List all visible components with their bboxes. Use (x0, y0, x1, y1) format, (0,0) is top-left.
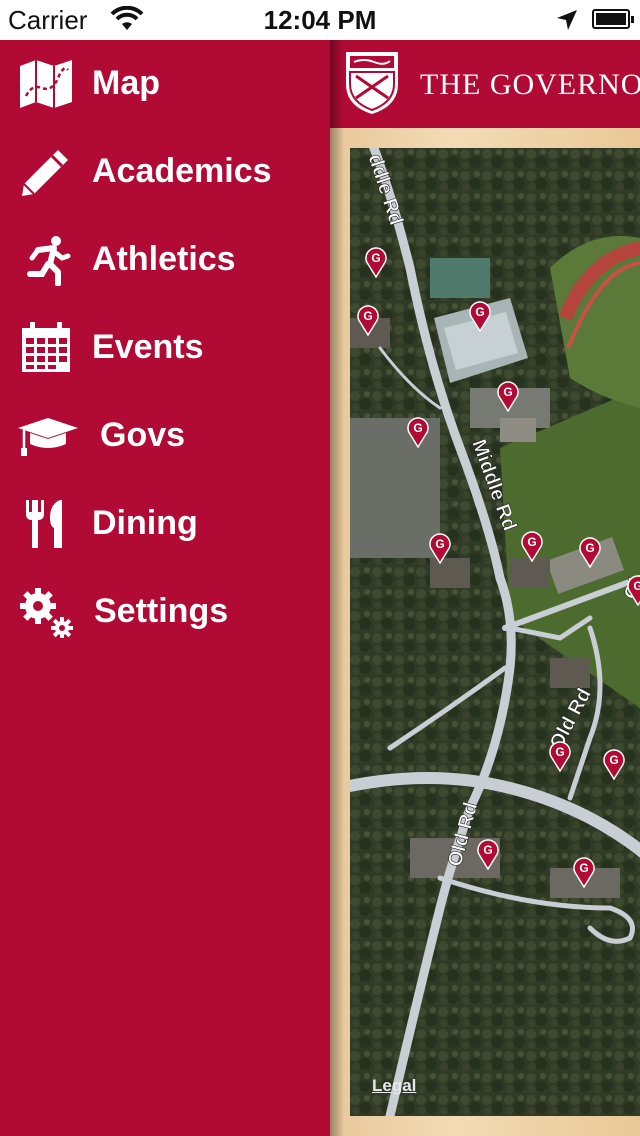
menu-item-events[interactable]: Events (0, 308, 330, 388)
battery-icon (592, 9, 634, 29)
svg-text:G: G (633, 579, 640, 593)
map-legal-link[interactable]: Legal (372, 1076, 416, 1096)
map-pin-icon[interactable]: G (627, 574, 640, 606)
svg-text:G: G (585, 541, 594, 555)
svg-text:G: G (555, 745, 564, 759)
side-menu: Map Academics Athletics Events Govs Dini… (0, 40, 330, 1136)
menu-item-label: Athletics (92, 240, 236, 278)
status-bar: Carrier 12:04 PM (0, 0, 640, 40)
menu-item-athletics[interactable]: Athletics (0, 220, 330, 300)
svg-text:G: G (483, 843, 492, 857)
runner-icon (27, 236, 71, 286)
menu-item-academics[interactable]: Academics (0, 132, 330, 212)
map-pin-icon[interactable]: G (579, 536, 601, 568)
menu-item-settings[interactable]: Settings (0, 572, 330, 652)
menu-item-govs[interactable]: Govs (0, 396, 330, 476)
svg-text:G: G (475, 305, 484, 319)
gears-icon (20, 588, 73, 638)
menu-item-label: Events (92, 328, 204, 366)
menu-item-label: Map (92, 64, 160, 102)
svg-text:G: G (435, 537, 444, 551)
map-pin-icon[interactable]: G (365, 246, 387, 278)
svg-text:G: G (371, 251, 380, 265)
map-pin-icon[interactable]: G (407, 416, 429, 448)
campus-map[interactable]: ddle Rd Middle Rd Old Rd Old Rd Ol G G G G G… (350, 148, 640, 1116)
map-pin-icon[interactable]: G (549, 740, 571, 772)
menu-item-label: Academics (92, 152, 272, 190)
clock: 12:04 PM (263, 5, 377, 35)
header-bar: THE GOVERNOR'S ACADEMY (330, 40, 640, 128)
pencil-icon (22, 150, 68, 196)
main-content: THE GOVERNOR'S ACADEMY (330, 40, 640, 1136)
menu-item-dining[interactable]: Dining (0, 484, 330, 564)
calendar-icon (22, 322, 70, 372)
map-icon (20, 60, 72, 108)
map-pin-icon[interactable]: G (429, 532, 451, 564)
menu-item-label: Settings (94, 592, 229, 630)
map-pin-icon[interactable]: G (603, 748, 625, 780)
satellite-map-image: ddle Rd Middle Rd Old Rd Old Rd Ol (350, 148, 640, 1116)
map-pin-icon[interactable]: G (573, 856, 595, 888)
map-pin-icon[interactable]: G (477, 838, 499, 870)
svg-text:G: G (503, 385, 512, 399)
menu-item-label: Dining (92, 504, 198, 542)
fork-knife-icon (26, 500, 62, 548)
svg-text:G: G (579, 861, 588, 875)
svg-text:G: G (363, 309, 372, 323)
location-arrow-icon (557, 10, 577, 30)
page-title: THE GOVERNOR'S ACADEMY (420, 68, 640, 101)
map-pin-icon[interactable]: G (469, 300, 491, 332)
menu-item-label: Govs (100, 416, 186, 454)
academy-crest-logo (346, 52, 398, 114)
svg-text:G: G (413, 421, 422, 435)
svg-text:G: G (609, 753, 618, 767)
menu-item-map[interactable]: Map (0, 44, 330, 124)
map-pin-icon[interactable]: G (357, 304, 379, 336)
map-pin-icon[interactable]: G (497, 380, 519, 412)
svg-text:G: G (527, 535, 536, 549)
graduation-cap-icon (18, 418, 78, 456)
map-pin-icon[interactable]: G (521, 530, 543, 562)
